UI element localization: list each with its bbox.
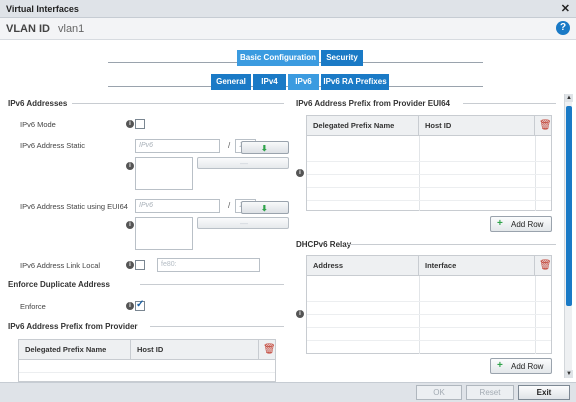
enforce-checkbox[interactable] xyxy=(135,299,145,311)
provider-eui64-table: Delegated Prefix Name Host ID 🗑 xyxy=(306,115,552,211)
column-header: Delegated Prefix Name xyxy=(307,116,419,136)
exit-button[interactable]: Exit xyxy=(518,385,570,400)
prefix-slash: / xyxy=(228,201,231,210)
close-icon[interactable]: ✕ xyxy=(561,2,570,15)
info-icon: i xyxy=(126,302,134,310)
ipv6-eui64-input[interactable]: IPv6 xyxy=(135,199,220,213)
ok-button[interactable]: OK xyxy=(416,385,462,400)
arrow-down-icon: ⬇ xyxy=(261,144,268,153)
window-titlebar: Virtual Interfaces ✕ xyxy=(0,0,576,18)
tab-ipv4[interactable]: IPv4 xyxy=(253,74,286,90)
section-dhcpv6-relay: DHCPv6 Relay xyxy=(296,240,352,249)
ipv6-linklocal-input[interactable]: fe80: xyxy=(157,258,260,272)
add-row-button[interactable]: + Add Row xyxy=(490,216,552,232)
trash-icon[interactable]: 🗑 xyxy=(263,344,276,355)
provider-prefix-table: Delegated Prefix Name Host ID 🗑 xyxy=(18,339,276,382)
info-icon: i xyxy=(126,221,134,229)
column-header: Interface xyxy=(419,256,535,276)
ipv6-mode-label: IPv6 Mode xyxy=(20,120,56,129)
table-row xyxy=(307,328,551,341)
ipv6-static-input[interactable]: IPv6 xyxy=(135,139,220,153)
ipv6-static-list[interactable] xyxy=(135,157,193,190)
vertical-scrollbar[interactable]: ▲ ▼ xyxy=(564,94,573,378)
tab-basic-configuration[interactable]: Basic Configuration xyxy=(237,50,319,66)
section-ipv6-addresses: IPv6 Addresses xyxy=(8,99,68,108)
section-rule xyxy=(463,103,556,104)
table-row xyxy=(19,360,275,373)
vlan-id-value: vlan1 xyxy=(58,23,85,35)
ipv6-eui64-add-button[interactable]: ⬇ xyxy=(241,201,289,214)
scrollbar-thumb[interactable] xyxy=(566,106,572,306)
scroll-up-icon[interactable]: ▲ xyxy=(565,94,573,102)
tab-ipv6-ra-prefixes[interactable]: IPv6 RA Prefixes xyxy=(321,74,389,90)
window-title: Virtual Interfaces xyxy=(6,4,79,14)
column-header: Host ID xyxy=(131,340,259,360)
prefix-slash: / xyxy=(228,141,231,150)
trash-icon[interactable]: 🗑 xyxy=(539,260,552,271)
info-icon: i xyxy=(126,120,134,128)
info-icon: i xyxy=(126,261,134,269)
section-rule xyxy=(72,103,284,104)
vlan-id-label: VLAN ID xyxy=(6,23,50,35)
ipv6-mode-checkbox[interactable] xyxy=(135,119,145,129)
add-row-button[interactable]: + Add Row xyxy=(490,358,552,374)
vlan-header: VLAN ID vlan1 ? xyxy=(0,18,576,40)
help-icon[interactable]: ? xyxy=(556,21,570,35)
ipv6-eui64-list[interactable] xyxy=(135,217,193,250)
table-row xyxy=(307,315,551,328)
info-icon: i xyxy=(296,310,304,318)
ipv6-linklocal-checkbox[interactable] xyxy=(135,260,145,270)
table-row xyxy=(307,175,551,188)
table-row xyxy=(307,188,551,201)
dhcpv6-relay-table: Address Interface 🗑 xyxy=(306,255,552,354)
column-header: Delegated Prefix Name xyxy=(19,340,131,360)
column-header: Address xyxy=(307,256,419,276)
table-row xyxy=(307,149,551,162)
plus-icon: + xyxy=(497,218,503,229)
trash-icon[interactable]: 🗑 xyxy=(539,120,552,131)
table-row xyxy=(307,302,551,315)
info-icon: i xyxy=(126,162,134,170)
scroll-down-icon[interactable]: ▼ xyxy=(565,370,573,378)
plus-icon: + xyxy=(497,360,503,371)
info-icon: i xyxy=(296,169,304,177)
ipv6-linklocal-label: IPv6 Address Link Local xyxy=(20,261,101,270)
arrow-down-icon: ⬇ xyxy=(261,204,268,213)
tab-general[interactable]: General xyxy=(211,74,251,90)
tab-ipv6[interactable]: IPv6 xyxy=(288,74,319,90)
section-provider-eui64: IPv6 Address Prefix from Provider EUI64 xyxy=(296,99,450,108)
section-rule xyxy=(348,244,556,245)
section-rule xyxy=(150,326,284,327)
table-row xyxy=(307,289,551,302)
ipv6-eui64-remove-button[interactable]: — xyxy=(197,217,289,229)
section-enforce-duplicate: Enforce Duplicate Address xyxy=(8,280,110,289)
dialog-footer: OK Reset Exit xyxy=(0,382,576,402)
section-rule xyxy=(140,284,284,285)
reset-button[interactable]: Reset xyxy=(466,385,514,400)
ipv6-static-label: IPv6 Address Static xyxy=(20,141,86,150)
ipv6-eui64-label: IPv6 Address Static using EUI64 xyxy=(20,202,128,211)
table-row xyxy=(307,162,551,175)
enforce-label: Enforce xyxy=(20,302,46,311)
ipv6-static-add-button[interactable]: ⬇ xyxy=(241,141,289,154)
section-provider-prefix: IPv6 Address Prefix from Provider xyxy=(8,322,138,331)
column-header: Host ID xyxy=(419,116,535,136)
tab-security[interactable]: Security xyxy=(321,50,363,66)
ipv6-static-remove-button[interactable]: — xyxy=(197,157,289,169)
